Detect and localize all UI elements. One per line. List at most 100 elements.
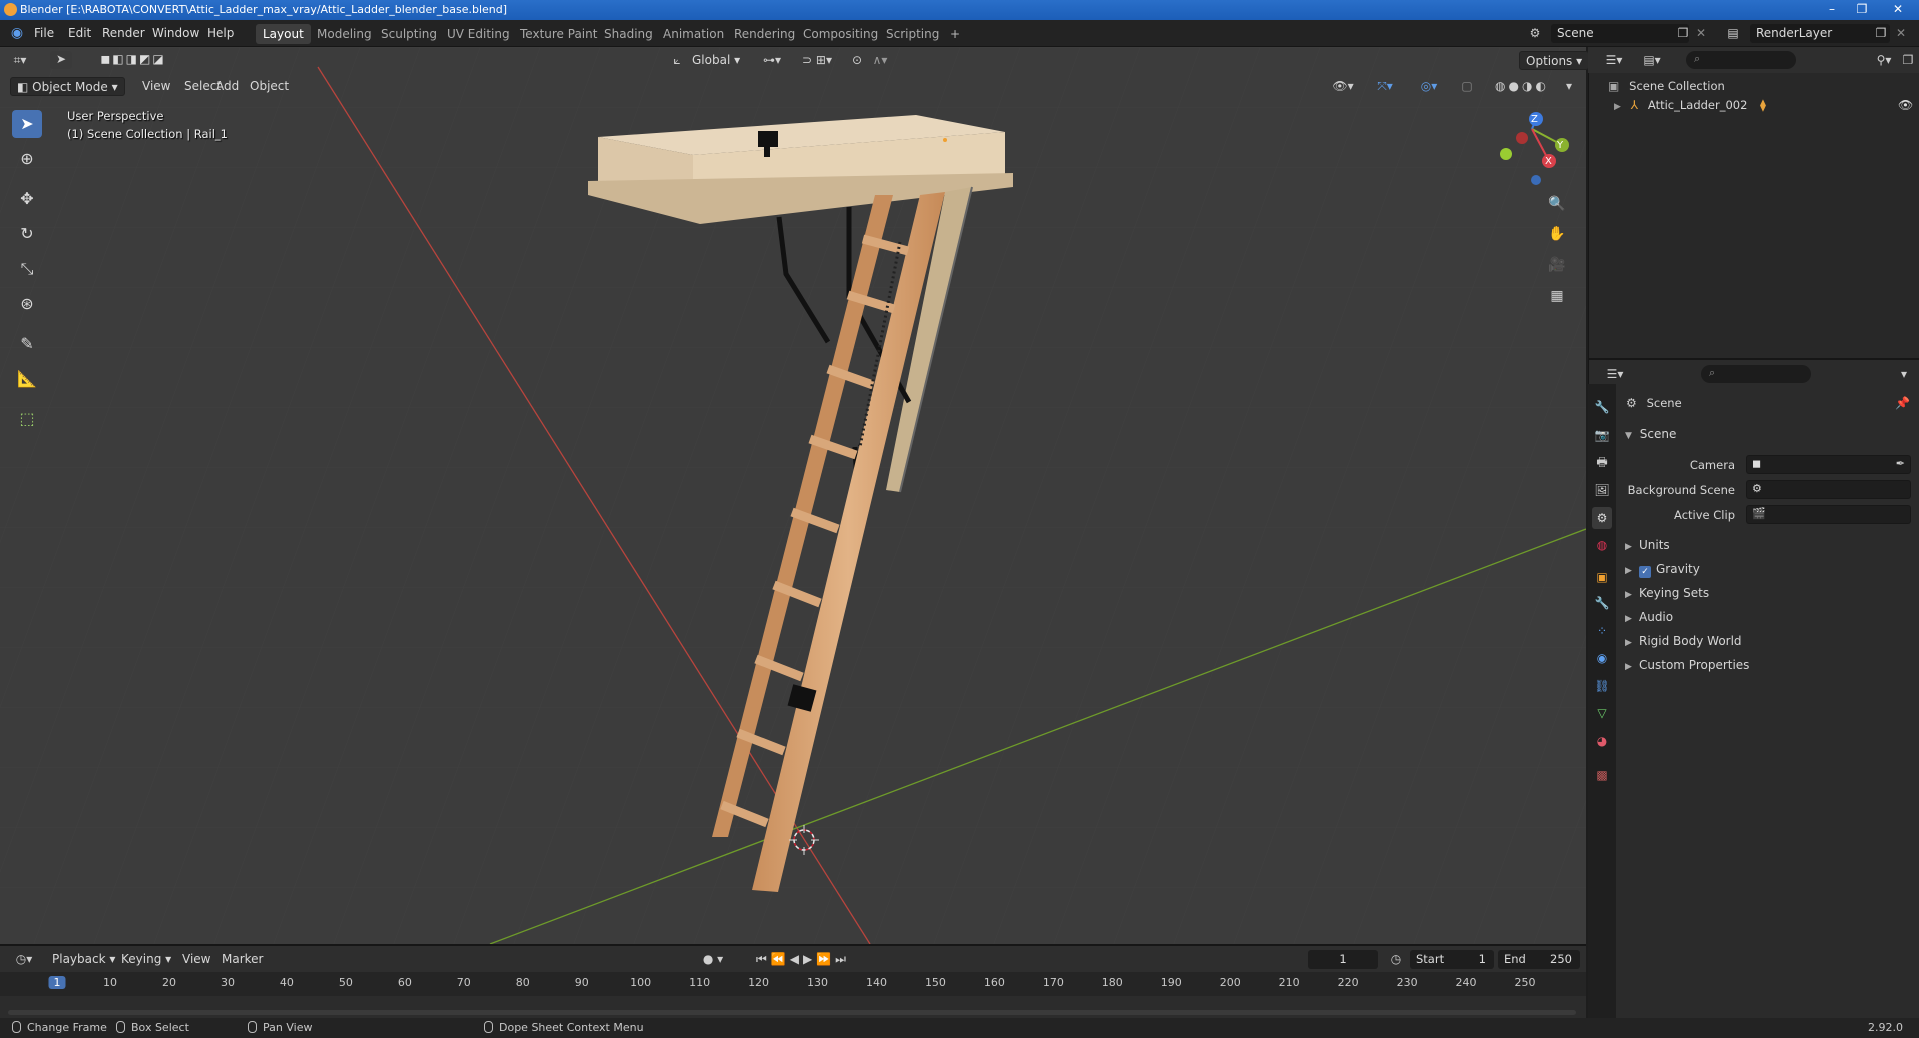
tab-data[interactable]: ▽ bbox=[1592, 702, 1612, 724]
overlay-toggle-icon[interactable]: ◎▾ bbox=[1412, 78, 1446, 94]
gizmo-toggle-icon[interactable]: ⤧▾ bbox=[1368, 78, 1402, 94]
perspective-toggle-icon[interactable]: ▦ bbox=[1545, 284, 1569, 308]
menu-object[interactable]: Object bbox=[244, 77, 295, 96]
tab-material[interactable]: ◕ bbox=[1592, 730, 1612, 752]
expand-arrow-icon[interactable]: ▶ bbox=[1614, 102, 1621, 112]
current-frame-field[interactable]: 1 bbox=[1308, 950, 1378, 969]
tab-object[interactable]: ▣ bbox=[1592, 566, 1612, 588]
blender-menu-icon[interactable]: ◉ bbox=[8, 25, 26, 41]
move-tool[interactable]: ✥ bbox=[12, 185, 42, 213]
view-layer-selector[interactable]: RenderLayer bbox=[1750, 24, 1890, 43]
camera-field[interactable]: ◼ ✒ bbox=[1746, 455, 1911, 474]
timeline-editor-icon[interactable]: ◷▾ bbox=[10, 951, 38, 967]
select-box-tool[interactable]: ➤ bbox=[12, 110, 42, 138]
gravity-panel[interactable]: ▶ ✓ Gravity bbox=[1625, 562, 1700, 578]
options-dropdown[interactable]: Options ▾ bbox=[1519, 51, 1590, 70]
tab-scene[interactable]: ⚙ bbox=[1592, 507, 1612, 529]
new-collection-icon[interactable]: ❐ bbox=[1900, 52, 1916, 68]
editor-type-icon[interactable]: ⌗▾ bbox=[8, 52, 32, 68]
tab-modeling[interactable]: Modeling bbox=[310, 24, 379, 44]
annotate-tool[interactable]: ✎ bbox=[12, 330, 42, 358]
falloff-icon[interactable]: ∧▾ bbox=[868, 52, 892, 68]
pivot-point-icon[interactable]: ⊶▾ bbox=[755, 52, 789, 68]
tab-output[interactable]: 🖶 bbox=[1592, 451, 1612, 473]
menu-playback[interactable]: Playback ▾ bbox=[46, 950, 121, 969]
menu-help[interactable]: Help bbox=[207, 26, 234, 40]
tab-tool[interactable]: 🔧 bbox=[1592, 396, 1612, 418]
scene-panel-header[interactable]: ▼ Scene bbox=[1625, 427, 1915, 441]
tab-animation[interactable]: Animation bbox=[656, 24, 731, 44]
tab-particles[interactable]: ⁘ bbox=[1592, 620, 1612, 642]
menu-window[interactable]: Window bbox=[152, 26, 199, 40]
add-workspace-button[interactable]: + bbox=[943, 24, 967, 44]
rigid-body-world-panel[interactable]: ▶ Rigid Body World bbox=[1625, 634, 1742, 648]
visibility-icon[interactable]: 👁▾ bbox=[1330, 78, 1356, 94]
background-scene-field[interactable]: ⚙ bbox=[1746, 480, 1911, 499]
proportional-edit-icon[interactable]: ⊙ bbox=[848, 52, 866, 68]
menu-timeline-view[interactable]: View bbox=[176, 950, 216, 969]
tab-render[interactable]: 📷 bbox=[1592, 424, 1612, 446]
xray-icon[interactable]: ▢ bbox=[1458, 78, 1476, 94]
close-window-button[interactable]: ✕ bbox=[1878, 0, 1918, 18]
copy-scene-icon[interactable]: ❐ bbox=[1676, 25, 1690, 41]
menu-marker[interactable]: Marker bbox=[216, 950, 269, 969]
3d-viewport[interactable]: Z Y X User Perspective (1) Scene Collect… bbox=[0, 47, 1586, 944]
tab-physics[interactable]: ◉ bbox=[1592, 647, 1612, 669]
menu-edit[interactable]: Edit bbox=[68, 26, 91, 40]
tab-uv-editing[interactable]: UV Editing bbox=[440, 24, 517, 44]
outliner-editor-icon[interactable]: ☰▾ bbox=[1600, 52, 1628, 68]
timeline-track[interactable] bbox=[0, 996, 1586, 1018]
copy-view-layer-icon[interactable]: ❐ bbox=[1874, 25, 1888, 41]
eyedropper-icon[interactable]: ✒ bbox=[1896, 457, 1905, 470]
tab-compositing[interactable]: Compositing bbox=[796, 24, 885, 44]
outliner-search-input[interactable]: ⌕ bbox=[1686, 51, 1796, 69]
tab-view-layer[interactable]: 🖼 bbox=[1592, 479, 1612, 501]
properties-options-icon[interactable]: ▾ bbox=[1897, 366, 1911, 382]
menu-view[interactable]: View bbox=[136, 77, 176, 96]
display-mode-icon[interactable]: ▤▾ bbox=[1638, 52, 1666, 68]
start-frame-field[interactable]: Start 1 bbox=[1410, 950, 1494, 969]
tab-shading[interactable]: Shading bbox=[597, 24, 660, 44]
delete-view-layer-icon[interactable]: ✕ bbox=[1894, 25, 1908, 41]
tab-layout[interactable]: Layout bbox=[256, 24, 311, 44]
scene-selector[interactable]: Scene bbox=[1551, 24, 1689, 43]
shading-dropdown-icon[interactable]: ▾ bbox=[1562, 78, 1576, 94]
transform-orientation-dropdown[interactable]: Global ▾ bbox=[686, 51, 746, 70]
menu-add[interactable]: Add bbox=[210, 77, 245, 96]
custom-properties-panel[interactable]: ▶ Custom Properties bbox=[1625, 658, 1749, 672]
playback-controls[interactable]: ⏮⏪◀▶⏩⏭ bbox=[746, 951, 860, 967]
tab-constraints[interactable]: ⛓ bbox=[1592, 675, 1612, 697]
delete-scene-icon[interactable]: ✕ bbox=[1694, 25, 1708, 41]
shading-mode-icons[interactable]: ◍●◑◐ bbox=[1482, 78, 1562, 94]
cursor-tool[interactable]: ⊕ bbox=[12, 145, 42, 173]
preview-range-icon[interactable]: ◷ bbox=[1388, 951, 1404, 967]
object-mode-dropdown[interactable]: ◧ Object Mode ▾ bbox=[10, 77, 125, 96]
tab-world[interactable]: ◍ bbox=[1592, 534, 1612, 556]
active-clip-field[interactable]: 🎬 bbox=[1746, 505, 1911, 524]
menu-render[interactable]: Render bbox=[102, 26, 145, 40]
camera-view-icon[interactable]: 🎥 bbox=[1545, 253, 1569, 277]
tab-modifiers[interactable]: 🔧 bbox=[1592, 592, 1612, 614]
scale-tool[interactable]: ⤡ bbox=[12, 255, 42, 283]
tab-texture-paint[interactable]: Texture Paint bbox=[513, 24, 604, 44]
pan-hand-icon[interactable]: ✋ bbox=[1545, 222, 1569, 246]
pin-icon[interactable]: 📌 bbox=[1895, 396, 1910, 410]
add-cube-tool[interactable]: ⬚ bbox=[12, 405, 42, 433]
visibility-eye-icon[interactable]: 👁 bbox=[1898, 98, 1913, 112]
transform-tool[interactable]: ⊛ bbox=[12, 290, 42, 318]
tab-texture[interactable]: ▩ bbox=[1592, 764, 1612, 786]
outliner-item[interactable]: ▶ ⅄ Attic_Ladder_002 ⧫ 👁 bbox=[1614, 98, 1914, 112]
keying-sets-panel[interactable]: ▶ Keying Sets bbox=[1625, 586, 1709, 600]
tab-scripting[interactable]: Scripting bbox=[879, 24, 946, 44]
snap-icon[interactable]: ⊃ ⊞▾ bbox=[792, 52, 842, 68]
audio-panel[interactable]: ▶ Audio bbox=[1625, 610, 1673, 624]
zoom-icon[interactable]: 🔍 bbox=[1545, 192, 1569, 216]
tab-sculpting[interactable]: Sculpting bbox=[374, 24, 444, 44]
timeline-scrollbar[interactable] bbox=[8, 1010, 1576, 1015]
selection-mode-icons[interactable]: ◼◧◨◩◪ bbox=[90, 51, 176, 67]
select-tool-icon[interactable]: ➤ bbox=[50, 51, 72, 69]
menu-keying[interactable]: Keying ▾ bbox=[115, 950, 177, 969]
scene-collection-row[interactable]: ▣ Scene Collection bbox=[1608, 79, 1725, 93]
rotate-tool[interactable]: ↻ bbox=[12, 220, 42, 248]
maximize-button[interactable]: ❐ bbox=[1848, 0, 1876, 18]
